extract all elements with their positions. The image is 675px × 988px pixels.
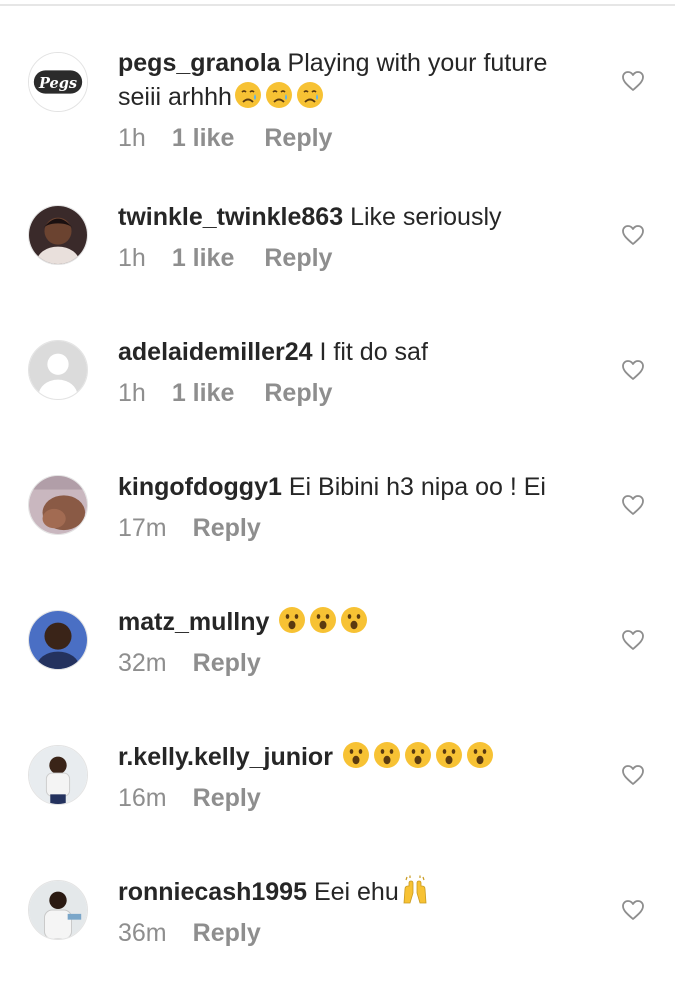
comment-text: r.kelly.kelly_junior	[118, 740, 588, 774]
avatar[interactable]	[28, 745, 88, 805]
comment-username[interactable]: kingofdoggy1	[118, 473, 282, 501]
comment-time: 36m	[118, 919, 167, 947]
comment-username[interactable]: twinkle_twinkle863	[118, 203, 343, 231]
crying-face-emoji-icon	[233, 80, 263, 110]
profile-photo-icon	[29, 206, 87, 264]
astonished-face-emoji-icon	[341, 740, 371, 770]
profile-photo-icon	[29, 611, 87, 669]
astonished-face-emoji-icon	[465, 740, 495, 770]
comment-list: Pegs pegs_granola Playing with your futu…	[0, 0, 675, 949]
profile-photo-icon	[29, 881, 87, 939]
comment-body: I fit do saf	[319, 338, 428, 366]
comment-meta: 36m Reply	[118, 918, 261, 948]
comment-meta: 1h 1 like Reply	[118, 123, 332, 153]
like-heart-icon[interactable]	[621, 358, 645, 382]
like-heart-icon[interactable]	[621, 898, 645, 922]
comment-meta: 1h 1 like Reply	[118, 243, 332, 273]
reply-button[interactable]: Reply	[264, 244, 332, 272]
comment-meta: 16m Reply	[118, 783, 261, 813]
comment-text: kingofdoggy1 Ei Bibini h3 nipa oo ! Ei	[118, 470, 588, 504]
avatar[interactable]	[28, 205, 88, 265]
comment-body: Ei Bibini h3 nipa oo ! Ei	[288, 473, 546, 501]
astonished-face-emoji-icon	[403, 740, 433, 770]
comment-likes[interactable]: 1 like	[172, 244, 235, 272]
comment-time: 17m	[118, 514, 167, 542]
reply-button[interactable]: Reply	[193, 514, 261, 542]
comment-item: adelaidemiller24 I fit do saf 1h 1 like Re…	[0, 313, 675, 448]
comment-text: twinkle_twinkle863 Like seriously	[118, 200, 588, 234]
reply-button[interactable]: Reply	[264, 379, 332, 407]
comment-body: Like seriously	[350, 203, 502, 231]
avatar[interactable]	[28, 475, 88, 535]
comment-time: 1h	[118, 244, 146, 272]
comment-meta: 17m Reply	[118, 513, 261, 543]
astonished-face-emoji-icon	[372, 740, 402, 770]
crying-face-emoji-icon	[295, 80, 325, 110]
astonished-face-emoji-icon	[308, 605, 338, 635]
default-avatar-icon	[29, 341, 87, 399]
comment-time: 1h	[118, 124, 146, 152]
comment-item: r.kelly.kelly_junior 16m Reply	[0, 718, 675, 853]
reply-button[interactable]: Reply	[193, 649, 261, 677]
comment-item: Pegs pegs_granola Playing with your futu…	[0, 30, 675, 165]
comment-item: matz_mullny 32m Reply	[0, 583, 675, 718]
comment-username[interactable]: ronniecash1995	[118, 878, 307, 906]
avatar[interactable]: Pegs	[28, 52, 88, 112]
like-heart-icon[interactable]	[621, 223, 645, 247]
comment-item: kingofdoggy1 Ei Bibini h3 nipa oo ! Ei 1…	[0, 448, 675, 583]
pegs-logo-icon: Pegs	[29, 53, 87, 111]
crying-face-emoji-icon	[264, 80, 294, 110]
avatar[interactable]	[28, 880, 88, 940]
comment-time: 32m	[118, 649, 167, 677]
raising-hands-emoji-icon	[400, 875, 430, 905]
avatar[interactable]	[28, 340, 88, 400]
astonished-face-emoji-icon	[434, 740, 464, 770]
comment-username[interactable]: matz_mullny	[118, 608, 269, 636]
comment-text: adelaidemiller24 I fit do saf	[118, 335, 588, 369]
like-heart-icon[interactable]	[621, 69, 645, 93]
comment-text: pegs_granola Playing with your future se…	[118, 46, 588, 114]
astonished-face-emoji-icon	[277, 605, 307, 635]
comment-username[interactable]: r.kelly.kelly_junior	[118, 743, 333, 771]
reply-button[interactable]: Reply	[193, 919, 261, 947]
like-heart-icon[interactable]	[621, 493, 645, 517]
comment-likes[interactable]: 1 like	[172, 379, 235, 407]
comment-meta: 1h 1 like Reply	[118, 378, 332, 408]
comment-text: ronniecash1995 Eei ehu	[118, 875, 588, 909]
reply-button[interactable]: Reply	[264, 124, 332, 152]
comment-text: matz_mullny	[118, 605, 588, 639]
comment-username[interactable]: adelaidemiller24	[118, 338, 313, 366]
astonished-face-emoji-icon	[339, 605, 369, 635]
comment-time: 1h	[118, 379, 146, 407]
avatar[interactable]	[28, 610, 88, 670]
like-heart-icon[interactable]	[621, 628, 645, 652]
comment-body: Eei ehu	[313, 878, 399, 906]
comment-likes[interactable]: 1 like	[172, 124, 235, 152]
comment-item: ronniecash1995 Eei ehu 36m Reply	[0, 853, 675, 988]
comment-item: twinkle_twinkle863 Like seriously 1h 1 li…	[0, 178, 675, 313]
like-heart-icon[interactable]	[621, 763, 645, 787]
profile-photo-icon	[29, 746, 87, 804]
comment-meta: 32m Reply	[118, 648, 261, 678]
comment-username[interactable]: pegs_granola	[118, 49, 281, 77]
reply-button[interactable]: Reply	[193, 784, 261, 812]
comment-time: 16m	[118, 784, 167, 812]
profile-photo-icon	[29, 476, 87, 534]
svg-text:Pegs: Pegs	[38, 75, 77, 92]
